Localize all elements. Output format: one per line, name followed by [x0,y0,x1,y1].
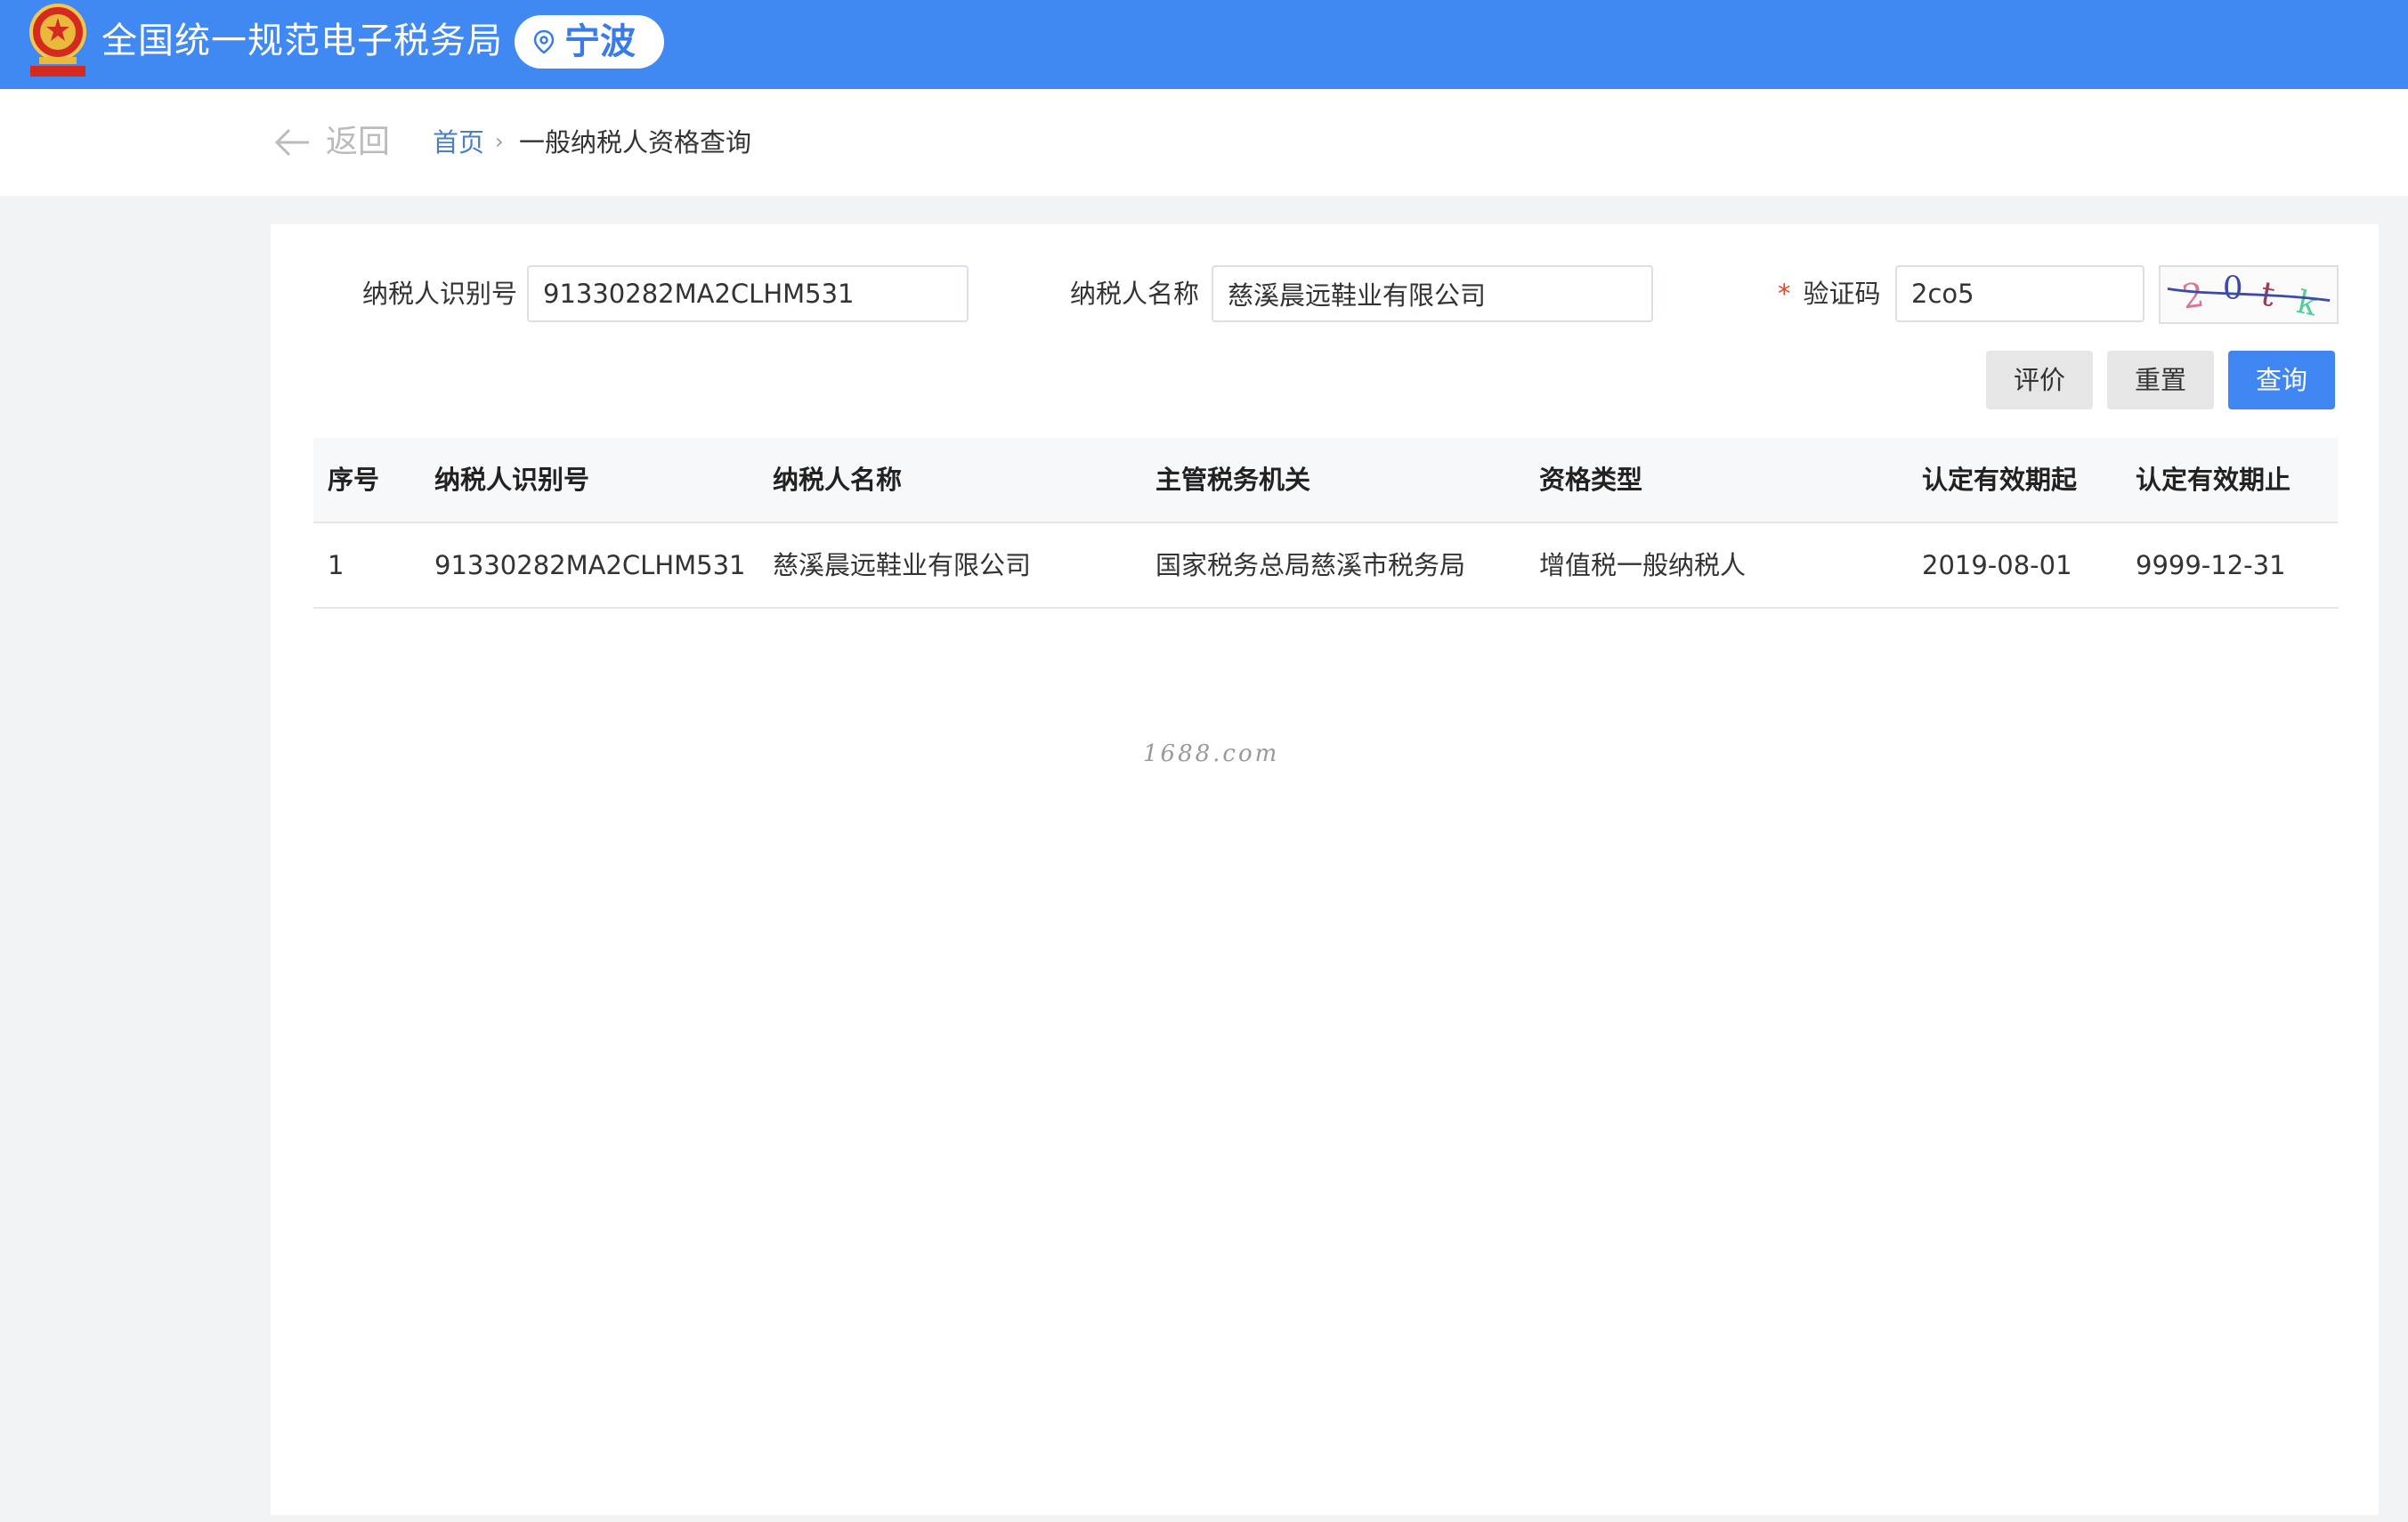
table-cell: 91330282MA2CLHM531 [434,550,746,580]
breadcrumb-separator: › [495,129,504,154]
table-cell: 2019-08-01 [1922,550,2072,580]
required-marker: * [1778,279,1791,309]
city-label: 宁波 [564,21,636,62]
query-panel: 纳税人识别号 纳税人名称 * 验证码 2 0 t k 评价 重置 查询 序号 纳税… [271,224,2379,1515]
site-title: 全国统一规范电子税务局 [101,20,503,61]
table-cell: 9999-12-31 [2136,550,2286,580]
breadcrumb-bar: 返回 首页 › 一般纳税人资格查询 [0,89,2408,196]
column-header: 认定有效期止 [2136,465,2291,495]
column-header: 主管税务机关 [1155,465,1311,495]
column-header: 资格类型 [1539,465,1643,495]
column-header: 认定有效期起 [1922,465,2078,495]
captcha-input[interactable] [1895,265,2144,322]
captcha-label-wrap: * 验证码 [1778,265,1881,322]
table-header: 序号 纳税人识别号 纳税人名称 主管税务机关 资格类型 认定有效期起 认定有效期… [313,438,2339,523]
captcha-label: 验证码 [1803,279,1881,309]
watermark: 1688.com [1143,741,1280,767]
city-selector[interactable]: 宁波 [515,15,664,69]
column-header: 纳税人名称 [773,465,903,495]
svg-text:2: 2 [2180,275,2207,317]
query-button[interactable]: 查询 [2228,351,2335,409]
breadcrumb-home-link[interactable]: 首页 [433,116,484,169]
table-cell: 1 [328,550,345,580]
svg-text:k: k [2294,284,2321,324]
table-row: 1 91330282MA2CLHM531 慈溪晨远鞋业有限公司 国家税务总局慈溪… [313,523,2339,609]
evaluate-button[interactable]: 评价 [1986,351,2093,409]
taxpayer-name-label: 纳税人名称 [1070,279,1200,309]
svg-text:0: 0 [2223,271,2243,307]
taxpayer-name-input[interactable] [1212,265,1653,322]
taxpayer-id-label: 纳税人识别号 [362,279,518,309]
column-header: 纳税人识别号 [434,465,590,495]
breadcrumb-current: 一般纳税人资格查询 [519,127,752,158]
table-cell: 慈溪晨远鞋业有限公司 [773,550,1032,580]
back-arrow-icon[interactable] [273,126,311,158]
captcha-image[interactable]: 2 0 t k [2159,265,2339,324]
table-cell: 增值税一般纳税人 [1539,550,1747,580]
back-button[interactable]: 返回 [326,116,390,169]
location-pin-icon [533,29,555,54]
table-cell: 国家税务总局慈溪市税务局 [1155,550,1466,580]
national-emblem-icon [29,4,86,77]
top-header: 全国统一规范电子税务局 宁波 [0,0,2408,89]
taxpayer-id-input[interactable] [527,265,969,322]
column-header: 序号 [328,465,380,495]
reset-button[interactable]: 重置 [2107,351,2214,409]
